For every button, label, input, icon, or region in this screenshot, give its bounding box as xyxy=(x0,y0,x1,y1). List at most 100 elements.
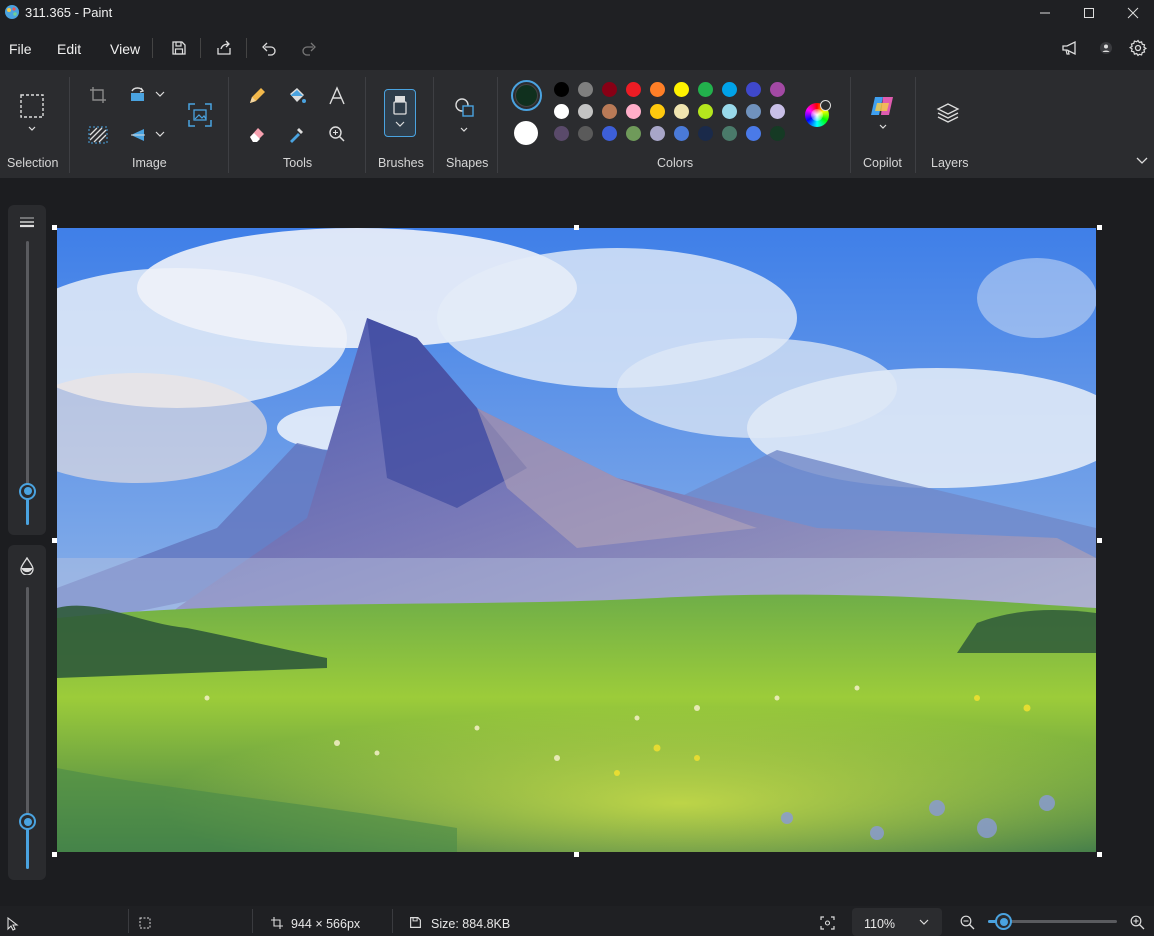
color-swatch[interactable] xyxy=(674,126,689,141)
primary-color-button[interactable] xyxy=(511,80,542,111)
color-swatch[interactable] xyxy=(674,82,689,97)
account-icon xyxy=(1100,42,1112,54)
color-swatch[interactable] xyxy=(746,82,761,97)
color-swatch[interactable] xyxy=(602,126,617,141)
color-swatch[interactable] xyxy=(674,104,689,119)
save-button[interactable] xyxy=(167,36,191,60)
brushes-button[interactable] xyxy=(384,89,416,137)
color-swatch[interactable] xyxy=(650,82,665,97)
menu-view[interactable]: View xyxy=(110,41,140,57)
color-swatch[interactable] xyxy=(770,104,785,119)
shapes-icon xyxy=(455,98,474,132)
menu-edit[interactable]: Edit xyxy=(57,41,81,57)
layers-icon xyxy=(936,103,960,123)
zoom-in-icon[interactable] xyxy=(1130,915,1145,930)
color-swatch[interactable] xyxy=(578,82,593,97)
flip-button[interactable] xyxy=(126,123,150,147)
cursor-position-icon xyxy=(7,917,19,931)
color-swatch[interactable] xyxy=(650,104,665,119)
rotate-dropdown[interactable] xyxy=(153,87,167,101)
color-swatch[interactable] xyxy=(602,82,617,97)
color-swatch[interactable] xyxy=(698,126,713,141)
redo-button[interactable] xyxy=(297,36,321,60)
eraser-tool-button[interactable] xyxy=(244,121,270,147)
rotate-button[interactable] xyxy=(126,83,150,107)
resize-handle[interactable] xyxy=(1097,538,1102,543)
shapes-button[interactable] xyxy=(451,93,479,137)
magnifier-button[interactable] xyxy=(324,121,350,147)
title-bar: 311.365 - Paint xyxy=(0,0,1154,26)
color-swatch[interactable] xyxy=(746,126,761,141)
close-button[interactable] xyxy=(1110,0,1154,26)
eyedropper-icon xyxy=(290,128,303,143)
stroke-size-panel xyxy=(8,205,46,535)
color-swatch[interactable] xyxy=(650,126,665,141)
ribbon-collapse-button[interactable] xyxy=(1134,153,1150,169)
color-picker-button[interactable] xyxy=(284,121,310,147)
settings-button[interactable] xyxy=(1126,36,1150,60)
undo-button[interactable] xyxy=(257,36,281,60)
color-swatch[interactable] xyxy=(626,126,641,141)
color-swatch[interactable] xyxy=(722,82,737,97)
opacity-slider[interactable] xyxy=(19,587,36,869)
chevron-down-icon xyxy=(919,919,929,925)
minimize-button[interactable] xyxy=(1022,0,1068,26)
color-swatch[interactable] xyxy=(578,104,593,119)
zoom-out-icon[interactable] xyxy=(960,915,975,930)
color-swatch[interactable] xyxy=(698,104,713,119)
edit-colors-button[interactable] xyxy=(805,100,831,127)
chevron-down-icon xyxy=(155,91,165,97)
layers-button[interactable] xyxy=(934,99,962,127)
color-swatch[interactable] xyxy=(770,82,785,97)
resize-handle[interactable] xyxy=(1097,852,1102,857)
paint-bucket-icon xyxy=(290,88,306,103)
announcements-button[interactable] xyxy=(1058,36,1082,60)
resize-handle[interactable] xyxy=(52,852,57,857)
opacity-thumb[interactable] xyxy=(19,813,36,831)
image-creator-button[interactable] xyxy=(186,101,214,129)
color-swatch[interactable] xyxy=(554,104,569,119)
copilot-button[interactable] xyxy=(868,93,898,133)
color-swatch[interactable] xyxy=(722,104,737,119)
color-swatch[interactable] xyxy=(722,126,737,141)
drawing-canvas[interactable] xyxy=(57,228,1096,852)
fill-tool-button[interactable] xyxy=(284,83,310,109)
text-tool-button[interactable] xyxy=(324,83,350,109)
remove-background-button[interactable] xyxy=(86,123,110,147)
pencil-icon xyxy=(250,88,265,103)
pencil-tool-button[interactable] xyxy=(244,83,270,109)
flip-dropdown[interactable] xyxy=(153,127,167,141)
color-swatch[interactable] xyxy=(770,126,785,141)
fit-to-window-icon[interactable] xyxy=(820,916,835,930)
resize-handle[interactable] xyxy=(52,538,57,543)
share-button[interactable] xyxy=(212,36,236,60)
color-swatch[interactable] xyxy=(746,104,761,119)
account-button[interactable] xyxy=(1094,36,1118,60)
image-creator-icon xyxy=(188,103,212,127)
color-swatch[interactable] xyxy=(602,104,617,119)
color-swatch[interactable] xyxy=(554,82,569,97)
ribbon-separator xyxy=(850,77,851,173)
secondary-color-button[interactable] xyxy=(514,121,538,145)
resize-handle[interactable] xyxy=(574,225,579,230)
color-swatch[interactable] xyxy=(554,126,569,141)
resize-handle[interactable] xyxy=(1097,225,1102,230)
color-swatch[interactable] xyxy=(698,82,713,97)
group-label-image: Image xyxy=(132,156,167,170)
stroke-size-thumb[interactable] xyxy=(19,482,36,500)
resize-handle[interactable] xyxy=(52,225,57,230)
zoom-select[interactable]: 110% xyxy=(852,908,942,936)
file-size: Size: 884.8KB xyxy=(431,917,511,931)
maximize-button[interactable] xyxy=(1066,0,1112,26)
color-swatch[interactable] xyxy=(578,126,593,141)
selection-tool-button[interactable] xyxy=(18,93,46,133)
crop-button[interactable] xyxy=(86,83,110,107)
zoom-slider[interactable] xyxy=(988,913,1117,930)
group-label-brushes: Brushes xyxy=(378,156,424,170)
canvas-dimensions: 944 × 566px xyxy=(291,917,361,931)
color-swatch[interactable] xyxy=(626,104,641,119)
menu-file[interactable]: File xyxy=(9,41,32,57)
color-swatch[interactable] xyxy=(626,82,641,97)
stroke-size-slider[interactable] xyxy=(19,241,36,525)
resize-handle[interactable] xyxy=(574,852,579,857)
